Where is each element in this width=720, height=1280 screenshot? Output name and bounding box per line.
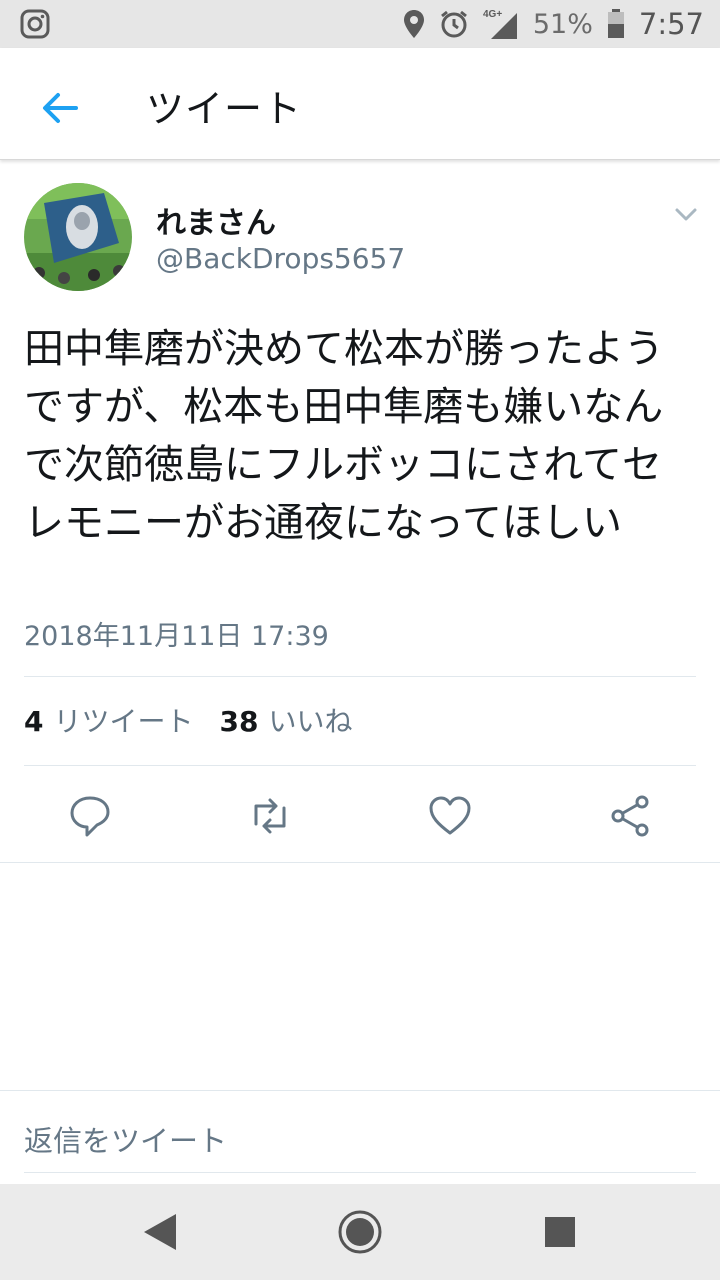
author-handle[interactable]: @BackDrops5657 <box>156 242 405 275</box>
home-circle-icon[interactable] <box>336 1208 384 1256</box>
like-stat[interactable]: 38 いいね <box>220 700 353 740</box>
retweet-icon[interactable] <box>248 794 292 838</box>
avatar[interactable] <box>24 183 132 291</box>
signal-4g-icon: 4G+ <box>483 9 517 39</box>
tweet-text: 田中隼磨が決めて松本が勝ったようですが、松本も田中隼磨も嫌いなんで次節徳島にフル… <box>24 326 664 546</box>
tweet-timestamp: 2018年11月11日 17:39 <box>24 621 329 652</box>
instagram-icon <box>20 9 50 39</box>
divider <box>0 862 720 863</box>
status-bar: 4G+ 51% 7:57 <box>0 0 720 48</box>
battery-icon <box>607 9 624 38</box>
chevron-down-icon[interactable] <box>672 200 700 228</box>
system-nav-bar <box>0 1184 720 1280</box>
like-icon[interactable] <box>428 794 472 838</box>
retweet-count: 4 <box>24 705 44 738</box>
divider <box>0 1090 720 1091</box>
network-label: 4G+ <box>483 9 502 20</box>
divider <box>24 676 696 677</box>
like-count: 38 <box>219 705 259 738</box>
divider <box>24 765 696 766</box>
battery-percent: 51% <box>532 8 593 40</box>
retweet-stat[interactable]: 4 リツイート <box>24 700 194 740</box>
tweet-stats: 4 リツイート 38 いいね <box>24 700 352 740</box>
location-icon <box>403 10 424 38</box>
page-title: ツイート <box>146 87 303 131</box>
back-triangle-icon[interactable] <box>136 1208 184 1256</box>
share-icon[interactable] <box>608 794 652 838</box>
back-arrow-icon[interactable] <box>36 84 84 132</box>
reply-icon[interactable] <box>68 794 112 838</box>
retweet-label: リツイート <box>53 705 194 738</box>
app-bar: ツイート <box>0 48 720 160</box>
alarm-icon <box>440 10 467 38</box>
author-name[interactable]: れまさん <box>156 198 276 242</box>
like-label: いいね <box>268 705 353 738</box>
reply-input[interactable]: 返信をツイート <box>24 1118 227 1160</box>
reply-input-underline <box>24 1172 696 1173</box>
tweet-actions <box>0 780 720 850</box>
clock: 7:57 <box>638 7 704 41</box>
recents-square-icon[interactable] <box>536 1208 584 1256</box>
